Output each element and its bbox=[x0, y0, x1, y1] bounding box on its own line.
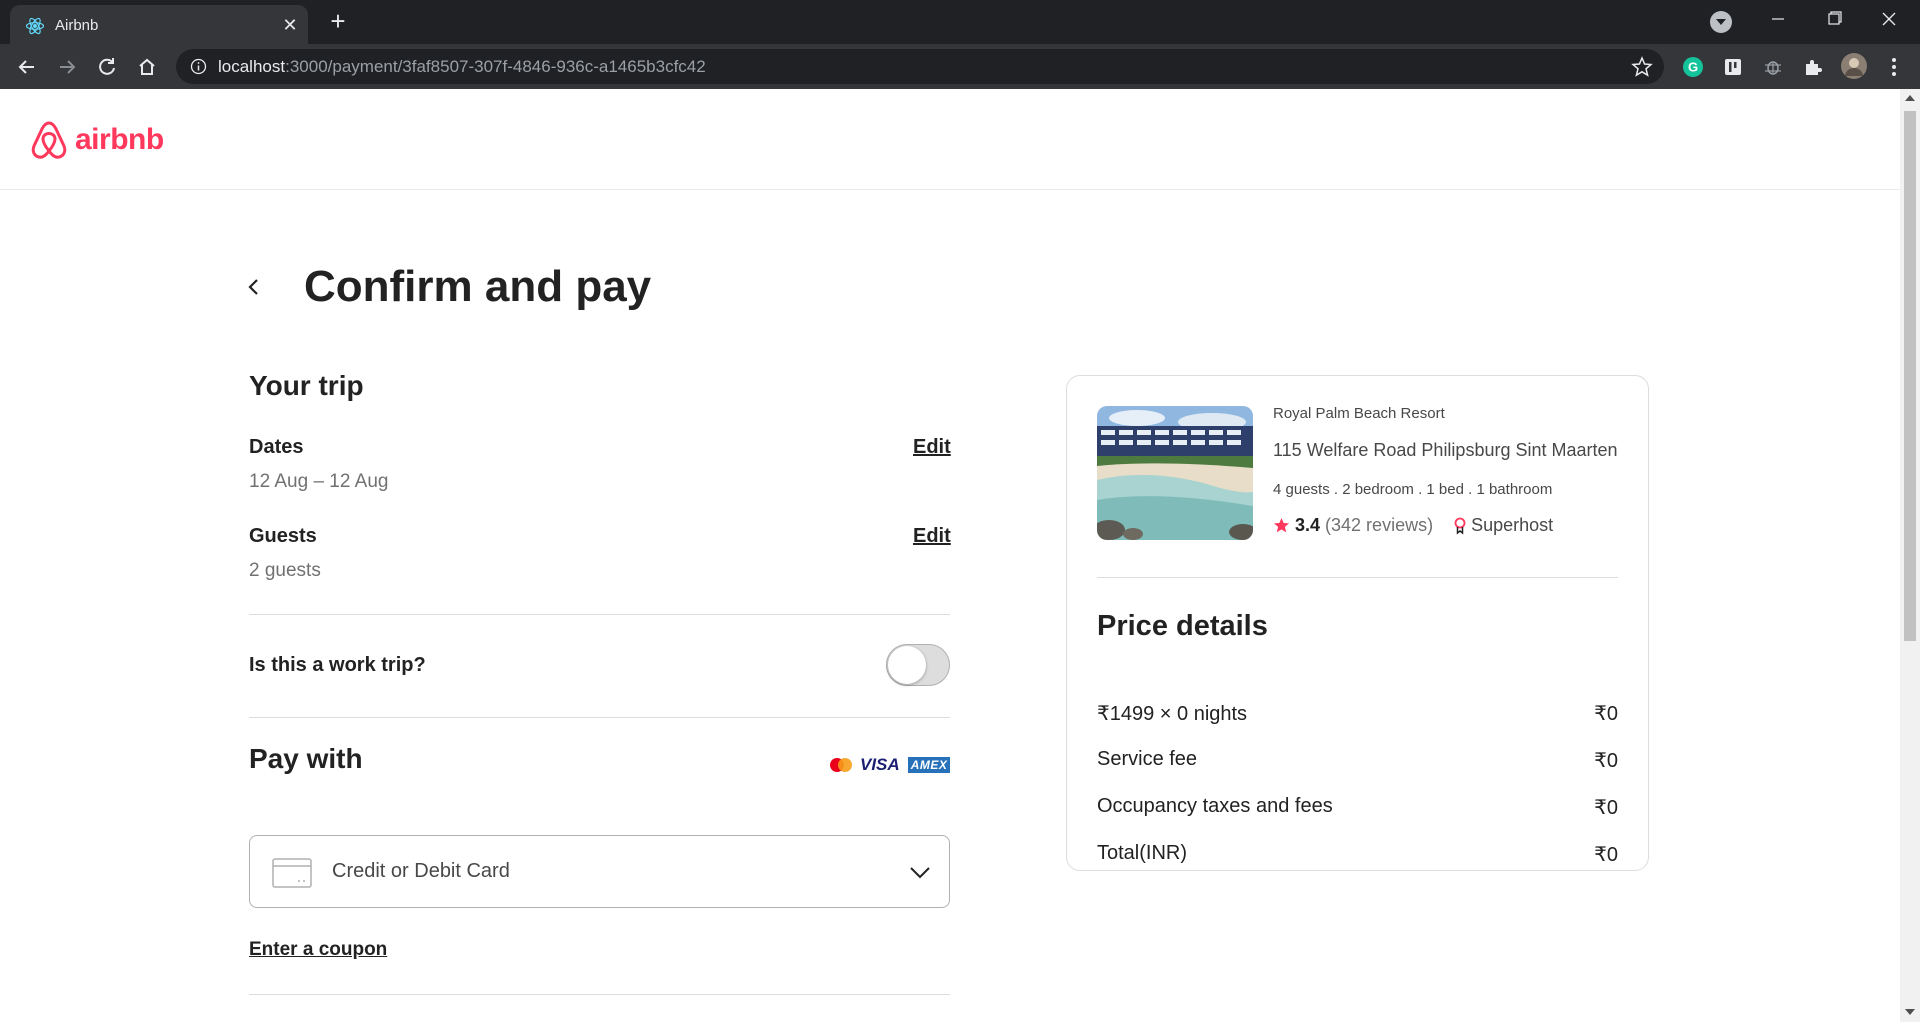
credit-card-icon bbox=[272, 858, 312, 888]
accepted-cards: VISA AMEX bbox=[830, 755, 951, 775]
svg-text:G: G bbox=[1688, 60, 1698, 75]
listing-name: Royal Palm Beach Resort bbox=[1273, 405, 1445, 422]
forward-arrow-icon[interactable] bbox=[52, 52, 82, 82]
rating-value: 3.4 bbox=[1295, 515, 1321, 535]
extensions-puzzle-icon[interactable] bbox=[1802, 56, 1824, 78]
price-row-amount: ₹0 bbox=[1594, 844, 1618, 866]
price-row-amount: ₹0 bbox=[1594, 797, 1618, 819]
browser-tab[interactable]: Airbnb ✕ bbox=[10, 5, 308, 44]
price-row-amount: ₹0 bbox=[1594, 750, 1618, 772]
page-scrollbar[interactable] bbox=[1900, 89, 1920, 1022]
divider bbox=[249, 994, 950, 995]
page-title: Confirm and pay bbox=[304, 262, 652, 311]
tab-search-icon[interactable] bbox=[1710, 11, 1732, 33]
divider bbox=[249, 717, 950, 718]
scroll-down-arrow-icon[interactable] bbox=[1905, 1009, 1915, 1015]
guests-label: Guests bbox=[249, 525, 317, 547]
listing-rating: 3.4 (342 reviews) Superhost bbox=[1273, 515, 1553, 536]
react-icon bbox=[25, 17, 45, 35]
dates-value: 12 Aug – 12 Aug bbox=[249, 471, 389, 492]
site-info-icon[interactable] bbox=[190, 58, 207, 75]
edit-guests-link[interactable]: Edit bbox=[913, 525, 951, 548]
dates-label: Dates bbox=[249, 436, 304, 458]
superhost-label: Superhost bbox=[1471, 515, 1554, 535]
minimize-icon[interactable] bbox=[1746, 0, 1808, 40]
airbnb-logo[interactable]: airbnb bbox=[29, 119, 164, 161]
back-arrow-icon[interactable] bbox=[12, 52, 42, 82]
home-icon[interactable] bbox=[132, 52, 162, 82]
browser-menu-icon[interactable] bbox=[1882, 54, 1906, 80]
divider bbox=[249, 614, 950, 615]
profile-avatar[interactable] bbox=[1840, 52, 1868, 80]
back-chevron-icon[interactable] bbox=[240, 273, 268, 301]
payment-method-select[interactable]: Credit or Debit Card bbox=[249, 835, 950, 908]
price-row-label: Service fee bbox=[1097, 748, 1198, 770]
restore-icon[interactable] bbox=[1802, 0, 1864, 40]
listing-photo bbox=[1097, 406, 1253, 540]
page-content: airbnb Confirm and pay Your trip Dates E… bbox=[0, 89, 1900, 1022]
logo-wordmark: airbnb bbox=[75, 123, 164, 156]
amex-logo: AMEX bbox=[907, 757, 951, 773]
browser-tabstrip: Airbnb ✕ + bbox=[0, 0, 1920, 44]
bookmark-star-icon[interactable] bbox=[1631, 56, 1653, 78]
mastercard-icon bbox=[830, 758, 852, 772]
guests-value: 2 guests bbox=[249, 560, 321, 581]
grammarly-icon[interactable]: G bbox=[1682, 56, 1704, 78]
listing-details: 4 guests . 2 bedroom . 1 bed . 1 bathroo… bbox=[1273, 481, 1553, 498]
bug-extension-icon[interactable] bbox=[1762, 56, 1784, 78]
scrollbar-thumb[interactable] bbox=[1904, 111, 1916, 641]
work-trip-toggle[interactable] bbox=[886, 644, 950, 686]
scroll-up-arrow-icon[interactable] bbox=[1905, 95, 1915, 101]
superhost-medal-icon bbox=[1454, 517, 1466, 535]
price-row-label: Total(INR) bbox=[1097, 842, 1188, 864]
enter-coupon-link[interactable]: Enter a coupon bbox=[249, 939, 387, 961]
listing-address: 115 Welfare Road Philipsburg Sint Maarte… bbox=[1273, 440, 1618, 460]
airbnb-belo-icon bbox=[31, 121, 67, 159]
price-row-amount: ₹0 bbox=[1594, 703, 1618, 725]
your-trip-heading: Your trip bbox=[249, 370, 364, 401]
work-trip-label: Is this a work trip? bbox=[249, 654, 426, 676]
divider bbox=[1097, 577, 1618, 578]
review-count: (342 reviews) bbox=[1325, 515, 1434, 535]
site-header: airbnb bbox=[0, 89, 1900, 190]
browser-toolbar: localhost:3000/payment/3faf8507-307f-484… bbox=[0, 44, 1920, 89]
tab-title: Airbnb bbox=[55, 17, 99, 34]
chevron-down-icon bbox=[910, 867, 930, 879]
address-bar[interactable]: localhost:3000/payment/3faf8507-307f-484… bbox=[176, 49, 1664, 84]
price-row-total: Total(INR) ₹0 bbox=[1097, 842, 1618, 866]
toggle-knob bbox=[888, 646, 926, 684]
price-row-label: ₹1499 × 0 nights bbox=[1097, 703, 1248, 725]
price-row-nights: ₹1499 × 0 nights ₹0 bbox=[1097, 701, 1618, 726]
payment-method-value: Credit or Debit Card bbox=[332, 860, 510, 882]
booking-summary-card: Royal Palm Beach Resort 115 Welfare Road… bbox=[1066, 375, 1649, 871]
pay-with-heading: Pay with bbox=[249, 743, 363, 774]
star-icon bbox=[1274, 518, 1289, 533]
close-tab-icon[interactable]: ✕ bbox=[280, 15, 300, 35]
url-text: localhost:3000/payment/3faf8507-307f-484… bbox=[218, 57, 706, 76]
price-row-service-fee: Service fee ₹0 bbox=[1097, 748, 1618, 772]
close-window-icon[interactable] bbox=[1858, 0, 1920, 40]
price-row-label: Occupancy taxes and fees bbox=[1097, 795, 1333, 817]
extension-book-icon[interactable] bbox=[1722, 56, 1744, 78]
visa-logo: VISA bbox=[860, 755, 900, 774]
price-row-taxes: Occupancy taxes and fees ₹0 bbox=[1097, 795, 1618, 819]
reload-icon[interactable] bbox=[92, 52, 122, 82]
new-tab-icon[interactable]: + bbox=[325, 8, 351, 35]
price-details-heading: Price details bbox=[1097, 610, 1268, 642]
edit-dates-link[interactable]: Edit bbox=[913, 436, 951, 459]
